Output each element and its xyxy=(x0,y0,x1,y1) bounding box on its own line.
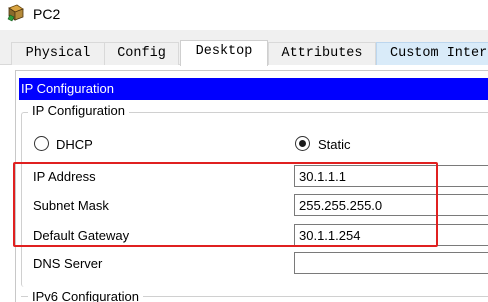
static-radio[interactable] xyxy=(295,136,310,151)
dns-server-input[interactable] xyxy=(294,252,488,274)
dns-server-label: DNS Server xyxy=(33,256,103,271)
tab-config[interactable]: Config xyxy=(104,42,179,65)
title-bar: PC2 xyxy=(0,0,488,30)
tab-attributes[interactable]: Attributes xyxy=(268,42,376,65)
ip-config-group-title: IP Configuration xyxy=(28,103,129,118)
pc-device-icon xyxy=(6,4,28,24)
highlight-annotation-box xyxy=(13,162,438,247)
tab-custom-interface[interactable]: Custom Inter xyxy=(376,42,488,65)
ipv6-config-group-title: IPv6 Configuration xyxy=(28,289,143,302)
tab-desktop[interactable]: Desktop xyxy=(180,40,268,66)
ip-config-header: IP Configuration xyxy=(19,78,488,100)
dhcp-radio[interactable] xyxy=(34,136,49,151)
static-radio-label[interactable]: Static xyxy=(318,137,351,152)
tab-physical[interactable]: Physical xyxy=(11,42,105,65)
dhcp-radio-label[interactable]: DHCP xyxy=(56,137,93,152)
window-title: PC2 xyxy=(33,6,61,22)
